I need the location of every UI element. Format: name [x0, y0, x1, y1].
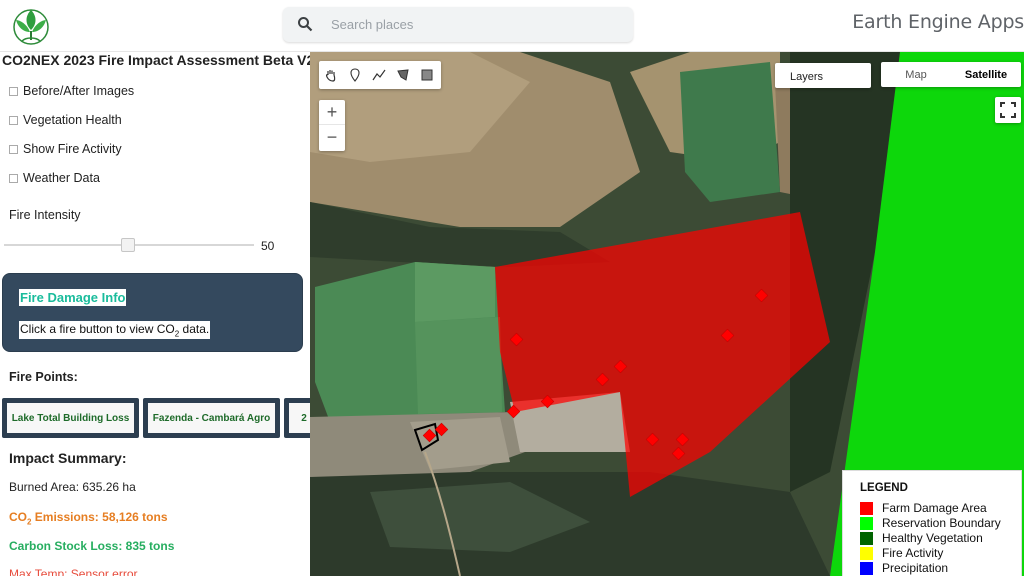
info-text-prefix: Click a fire button to view CO [20, 322, 175, 336]
polygon-icon[interactable] [391, 61, 415, 89]
slider-label: Fire Intensity [9, 208, 81, 222]
app-header: Earth Engine Apps [0, 0, 1024, 52]
fire-button-fazenda[interactable]: Fazenda - Cambará Agro [143, 398, 280, 438]
checkbox-before-after[interactable]: Before/After Images [9, 84, 134, 98]
checkbox-weather-data[interactable]: Weather Data [9, 171, 100, 185]
info-text: Click a fire button to view CO2 data. [19, 321, 211, 340]
layers-button[interactable]: Layers [775, 63, 871, 88]
search-input[interactable] [331, 13, 621, 35]
legend-swatch [860, 561, 873, 575]
map-type-toggle: Map Satellite [881, 62, 1021, 87]
fire-button-label: Fazenda - Cambará Agro [148, 403, 275, 433]
line-icon[interactable] [367, 61, 391, 89]
checkbox-box[interactable] [9, 115, 18, 125]
drawing-toolbar [319, 61, 441, 89]
legend-label: Precipitation [882, 561, 949, 575]
legend-label: Healthy Vegetation [882, 531, 983, 545]
rectangle-icon[interactable] [415, 61, 439, 89]
checkbox-label: Weather Data [23, 171, 100, 185]
legend-swatch [860, 516, 873, 530]
search-icon [298, 17, 313, 32]
map-legend: LEGEND Farm Damage Area Reservation Boun… [842, 470, 1022, 576]
checkbox-box[interactable] [9, 173, 18, 183]
impact-summary-title: Impact Summary: [9, 450, 127, 466]
slider-thumb[interactable] [121, 238, 135, 252]
app-title: Earth Engine Apps [852, 11, 1024, 33]
carbon-stock-loss-text: Carbon Stock Loss: 835 tons [9, 539, 175, 553]
legend-title: LEGEND [860, 482, 908, 494]
checkbox-vegetation-health[interactable]: Vegetation Health [9, 113, 122, 127]
fullscreen-icon [1000, 102, 1016, 118]
legend-swatch [860, 531, 873, 545]
legend-item-reservation: Reservation Boundary [860, 516, 1001, 530]
info-title: Fire Damage Info [19, 289, 127, 306]
legend-swatch [860, 501, 873, 515]
checkbox-label: Before/After Images [23, 84, 135, 98]
satellite-map[interactable]: + − Layers Map Satellite LEGEND Farm Dam… [310, 52, 1024, 576]
legend-item-precipitation: Precipitation [860, 561, 948, 575]
checkbox-fire-activity[interactable]: Show Fire Activity [9, 142, 122, 156]
fire-button-label: 2 [289, 403, 310, 433]
legend-label: Farm Damage Area [882, 501, 987, 515]
fullscreen-button[interactable] [995, 97, 1021, 123]
fire-button-lake[interactable]: Lake Total Building Loss [2, 398, 139, 438]
burned-area-text: Burned Area: 635.26 ha [9, 480, 136, 494]
zoom-control: + − [319, 100, 345, 151]
fire-points-label: Fire Points: [9, 370, 78, 384]
legend-item-healthy-vegetation: Healthy Vegetation [860, 531, 983, 545]
legend-label: Reservation Boundary [882, 516, 1001, 530]
legend-label: Fire Activity [882, 546, 944, 560]
control-panel: CO2NEX 2023 Fire Impact Assessment Beta … [0, 52, 310, 576]
co2-prefix: CO [9, 510, 27, 524]
co2-suffix: Emissions: 58,126 tons [31, 510, 168, 524]
checkbox-box[interactable] [9, 144, 18, 154]
info-text-suffix: data. [179, 322, 210, 336]
co2-emissions-text: CO2 Emissions: 58,126 tons [9, 510, 168, 526]
zoom-out-button[interactable]: − [319, 125, 345, 150]
max-temp-text: Max Temp: Sensor error [9, 567, 138, 576]
legend-item-fire-activity: Fire Activity [860, 546, 943, 560]
checkbox-box[interactable] [9, 86, 18, 96]
checkbox-label: Show Fire Activity [23, 142, 122, 156]
fire-button-label: Lake Total Building Loss [7, 403, 134, 433]
panel-title: CO2NEX 2023 Fire Impact Assessment Beta … [2, 52, 310, 68]
zoom-in-button[interactable]: + [319, 100, 345, 125]
marker-icon[interactable] [343, 61, 367, 89]
legend-item-farm-damage: Farm Damage Area [860, 501, 987, 515]
checkbox-label: Vegetation Health [23, 113, 122, 127]
fire-damage-info-box: Fire Damage Info Click a fire button to … [2, 273, 303, 352]
map-type-map-button[interactable]: Map [881, 62, 951, 87]
hand-icon[interactable] [319, 61, 343, 89]
slider-value: 50 [261, 239, 275, 253]
leaf-logo-icon [13, 9, 49, 45]
search-box[interactable] [283, 7, 633, 42]
legend-swatch [860, 546, 873, 560]
fire-button-more[interactable]: 2 [284, 398, 310, 438]
map-type-satellite-button[interactable]: Satellite [951, 62, 1021, 87]
